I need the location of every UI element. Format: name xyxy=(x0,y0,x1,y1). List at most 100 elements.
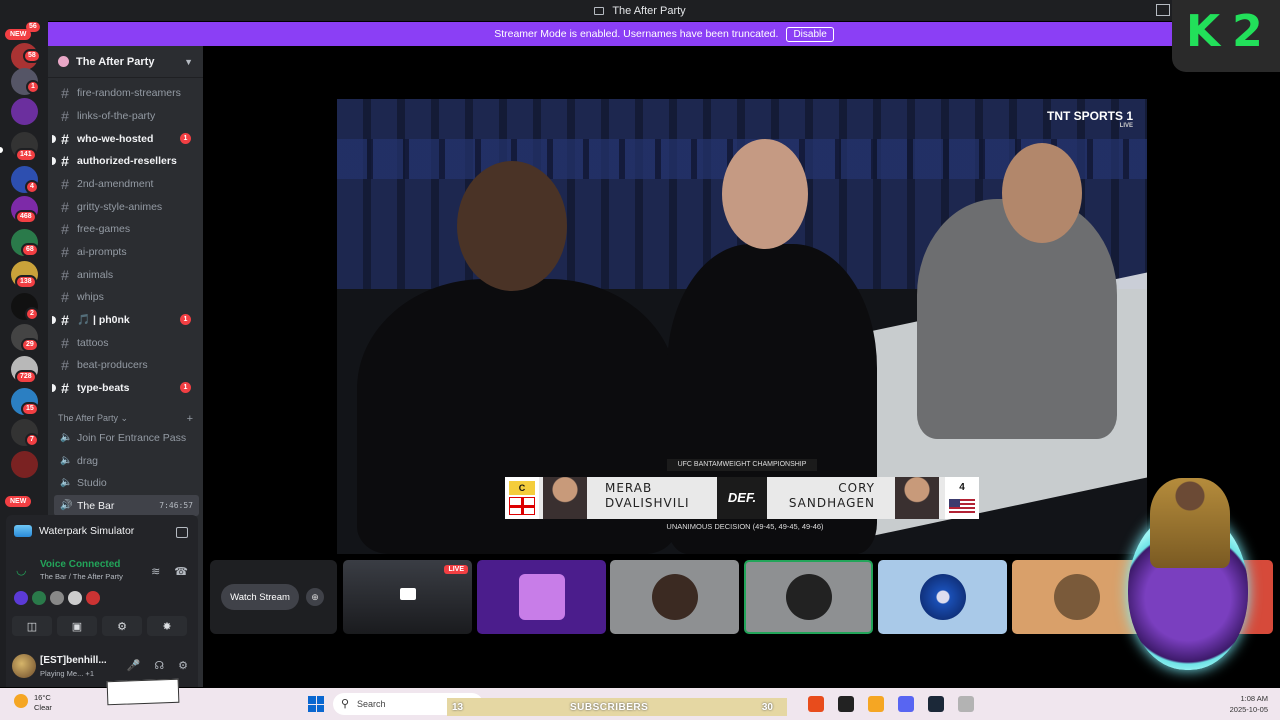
voice-channel-item[interactable]: 🔈 drag xyxy=(54,450,199,471)
streamer-figure xyxy=(1150,478,1230,568)
voice-timer: 7:46:57 xyxy=(159,501,193,510)
hash-icon: # xyxy=(61,198,69,215)
server-icon[interactable]: 68 xyxy=(11,229,39,257)
weather-widget[interactable]: 16°C Clear xyxy=(14,693,52,713)
window-title: The After Party xyxy=(612,4,686,17)
activity-icon[interactable]: ⚙ xyxy=(102,616,142,636)
channel-item[interactable]: # animals xyxy=(54,264,199,285)
server-icon[interactable]: 138 xyxy=(11,261,38,289)
app-icon[interactable] xyxy=(808,696,824,712)
channel-item[interactable]: # links-of-the-party xyxy=(54,105,199,126)
server-icon[interactable] xyxy=(11,98,38,125)
watch-stream-tile: Watch Stream ⊕ xyxy=(210,560,337,634)
avatar[interactable] xyxy=(86,591,100,605)
champion-badge: C xyxy=(509,481,535,495)
server-header[interactable]: The After Party ▼ xyxy=(48,46,203,78)
mention-badge: 1 xyxy=(180,382,191,393)
app-icon[interactable] xyxy=(958,696,974,712)
new-badge: NEW xyxy=(5,29,32,40)
server-icon[interactable]: 468 xyxy=(11,196,38,224)
disconnect-icon[interactable]: ☎ xyxy=(174,565,188,578)
server-icon[interactable]: 15 xyxy=(11,388,39,416)
participant-tile[interactable] xyxy=(878,560,1007,634)
server-icon[interactable]: 141 xyxy=(11,132,38,162)
avatar[interactable] xyxy=(14,591,28,605)
hash-icon: # xyxy=(61,334,69,351)
voice-channel-item[interactable]: 🔈 Studio xyxy=(54,472,199,493)
window-icon xyxy=(594,6,605,15)
game-overlay-icon[interactable] xyxy=(176,527,188,538)
discord-icon[interactable] xyxy=(898,696,914,712)
channel-item[interactable]: # gritty-style-animes xyxy=(54,196,199,217)
category-header[interactable]: The After Party ⌄ + xyxy=(58,413,193,425)
stream-thumbnail[interactable]: LIVE xyxy=(343,560,472,634)
server-icon[interactable]: 1 xyxy=(11,68,40,95)
server-badge: 58 xyxy=(23,49,41,63)
channel-item[interactable]: # free-games xyxy=(54,218,199,239)
channel-item[interactable]: # fire-random-streamers xyxy=(54,82,199,103)
channel-item[interactable]: # 🎵 | ph0nk 1 xyxy=(52,309,199,330)
avatar[interactable] xyxy=(32,591,46,605)
fighter-rank: 4 xyxy=(959,482,965,493)
start-button[interactable] xyxy=(308,696,324,712)
voice-channel-item-active[interactable]: 🔊 The Bar 7:46:57 xyxy=(54,495,199,516)
server-icon[interactable]: 2 xyxy=(11,293,39,321)
channel-item[interactable]: #2nd-amendment xyxy=(54,173,199,194)
avatar[interactable] xyxy=(68,591,82,605)
server-name: The After Party xyxy=(76,55,155,68)
chevron-down-icon: ▼ xyxy=(184,56,193,67)
decision-text: UNANIMOUS DECISION (49-45, 49-45, 49-46) xyxy=(666,522,824,531)
avatar[interactable] xyxy=(50,591,64,605)
participant-tile-speaking[interactable] xyxy=(744,560,873,634)
title-bar: The After Party xyxy=(0,0,1280,21)
activity-panel: Waterpark Simulator ◡ Voice Connected Th… xyxy=(6,515,198,687)
server-icon[interactable]: 7 xyxy=(11,419,39,447)
hash-icon: # xyxy=(61,288,69,305)
settings-gear-icon[interactable]: ⚙ xyxy=(178,659,188,672)
championship-title: UFC BANTAMWEIGHT CHAMPIONSHIP xyxy=(667,459,817,471)
defeated-label: DEF. xyxy=(717,477,767,519)
microphone-icon[interactable]: 🎤 xyxy=(127,659,141,672)
steam-icon[interactable] xyxy=(928,696,944,712)
camera-off-icon[interactable]: ◫ xyxy=(12,616,52,636)
watch-stream-button[interactable]: Watch Stream xyxy=(221,584,299,610)
hash-icon: # xyxy=(61,243,69,260)
channel-item[interactable]: # type-beats 1 xyxy=(52,377,199,398)
server-icon xyxy=(58,56,69,67)
avatar xyxy=(518,574,565,620)
stream-video[interactable]: TNT SPORTS 1 LIVE UFC BANTAMWEIGHT CHAMP… xyxy=(337,99,1147,554)
channel-item[interactable]: # whips xyxy=(54,286,199,307)
server-icon[interactable] xyxy=(11,451,38,478)
soundboard-icon[interactable]: ✸ xyxy=(147,616,187,636)
hash-icon: # xyxy=(61,175,69,192)
participant-tile[interactable] xyxy=(610,560,739,634)
disable-streamer-mode-button[interactable]: Disable xyxy=(786,26,834,42)
channel-item[interactable]: # tattoos xyxy=(54,332,199,353)
user-avatar[interactable] xyxy=(12,654,36,678)
channel-item[interactable]: # who-we-hosted 1 xyxy=(52,128,199,149)
server-icon[interactable]: 4 xyxy=(11,166,39,194)
app-icon[interactable] xyxy=(868,696,884,712)
game-activity[interactable]: Waterpark Simulator xyxy=(14,525,134,537)
channel-item[interactable]: # beat-producers xyxy=(54,354,199,375)
screen-share-icon[interactable]: ▣ xyxy=(57,616,97,636)
channel-item[interactable]: # ai-prompts xyxy=(54,241,199,262)
add-channel-icon[interactable]: + xyxy=(187,413,193,425)
voice-participants xyxy=(14,591,100,605)
noise-suppression-icon[interactable]: ≋ xyxy=(151,565,160,578)
system-clock[interactable]: 1:08 AM 2025-10-05 xyxy=(1230,693,1268,715)
inbox-icon[interactable] xyxy=(1156,4,1170,16)
app-icon[interactable] xyxy=(838,696,854,712)
headphones-icon[interactable]: ☊ xyxy=(154,659,164,672)
participant-tile[interactable] xyxy=(477,560,606,634)
popout-icon[interactable]: ⊕ xyxy=(306,588,324,606)
speaker-icon: 🔊 xyxy=(60,500,73,511)
stream-stage: TNT SPORTS 1 LIVE UFC BANTAMWEIGHT CHAMP… xyxy=(203,46,1280,687)
server-icon[interactable]: 728 xyxy=(11,356,38,384)
server-icon[interactable]: 29 xyxy=(11,324,39,352)
voice-channel-item[interactable]: 🔈 Join For Entrance Pass xyxy=(54,427,199,448)
channel-item[interactable]: # authorized-resellers xyxy=(52,150,199,171)
username[interactable]: [EST]benhill... xyxy=(40,655,107,666)
mention-badge: 1 xyxy=(180,314,191,325)
voice-connection[interactable]: ◡ Voice Connected The Bar / The After Pa… xyxy=(14,559,123,581)
